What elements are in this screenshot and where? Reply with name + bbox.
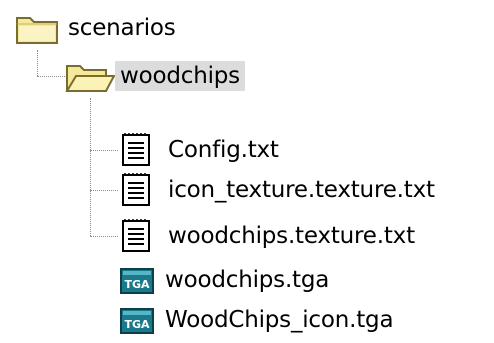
tree-item-label: woodchips — [115, 61, 245, 91]
tree-item-file[interactable]: Config.txt — [0, 132, 494, 168]
tree-item-file[interactable]: TGA WoodChips_icon.tga — [0, 302, 494, 338]
svg-text:TGA: TGA — [124, 318, 150, 331]
tree-item-woodchips[interactable]: woodchips — [0, 58, 494, 94]
text-file-icon — [122, 219, 150, 252]
text-file-icon — [122, 133, 150, 166]
tree-item-label: icon_texture.texture.txt — [168, 177, 435, 203]
text-file-icon — [122, 173, 150, 206]
tree-item-label: woodchips.texture.txt — [168, 223, 415, 249]
tree-item-label: Config.txt — [168, 137, 279, 163]
tree-item-scenarios[interactable]: scenarios — [0, 10, 494, 46]
tree-item-file[interactable]: TGA woodchips.tga — [0, 262, 494, 298]
tree-item-file[interactable]: icon_texture.texture.txt — [0, 172, 494, 208]
tree-item-file[interactable]: woodchips.texture.txt — [0, 218, 494, 254]
tree-item-label: scenarios — [68, 15, 176, 41]
closed-folder-icon — [16, 17, 58, 44]
tga-file-icon: TGA — [120, 268, 154, 294]
tree-item-label: woodchips.tga — [165, 267, 330, 293]
tree-item-label: WoodChips_icon.tga — [165, 307, 394, 333]
open-folder-icon — [65, 65, 116, 92]
tga-file-icon: TGA — [120, 308, 154, 334]
folder-tree: scenarios woodchips Config.txt icon_text… — [0, 0, 494, 343]
svg-text:TGA: TGA — [124, 278, 150, 291]
